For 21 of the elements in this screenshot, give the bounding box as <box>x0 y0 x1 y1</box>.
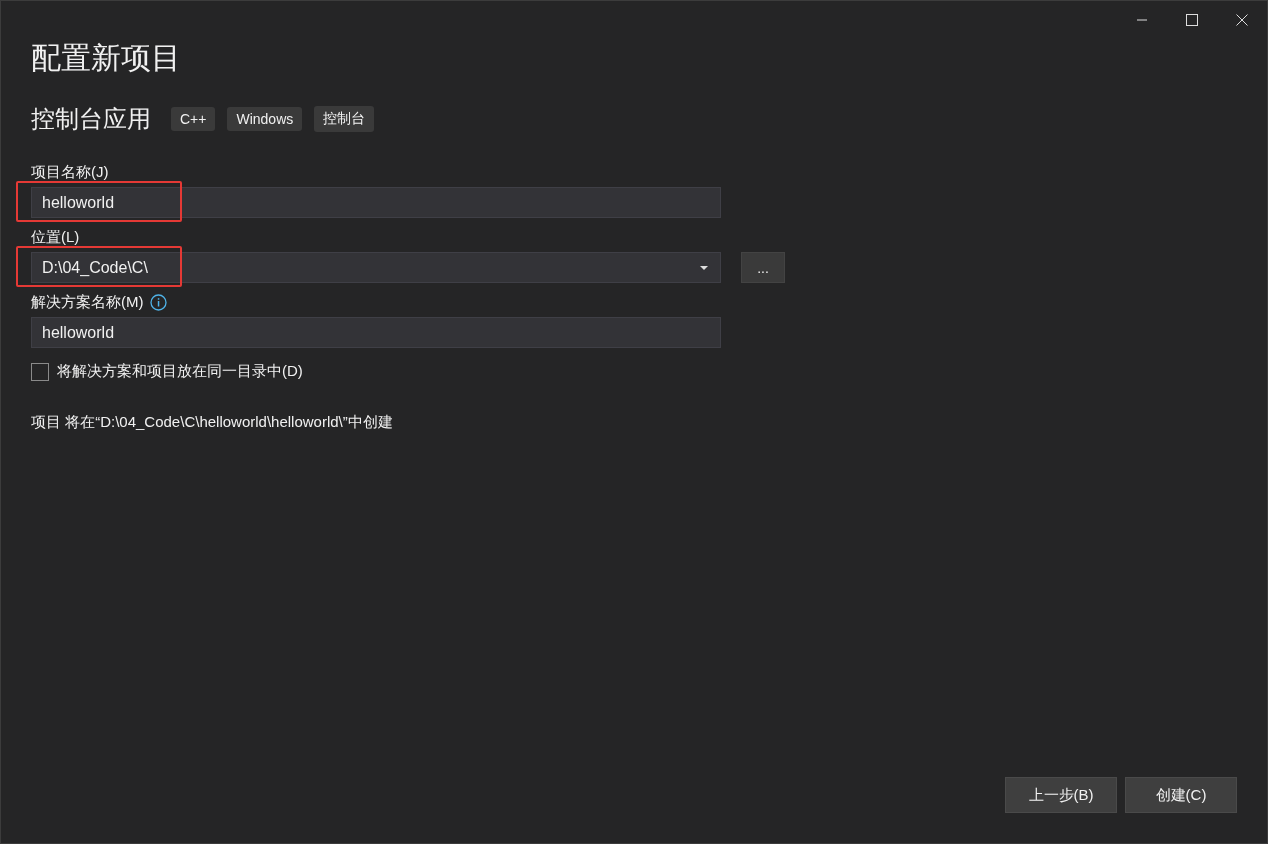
field-label: 解决方案名称(M) <box>31 292 144 312</box>
checkbox-label: 将解决方案和项目放在同一目录中(D) <box>57 362 303 381</box>
create-button[interactable]: 创建(C) <box>1125 777 1237 813</box>
back-button[interactable]: 上一步(B) <box>1005 777 1117 813</box>
caret-icon <box>700 265 708 270</box>
tag: 控制台 <box>314 106 375 132</box>
tag: C++ <box>171 107 216 131</box>
summary-text: 项目 将在“D:\04_Code\C\helloworld\helloworld\”中创建 <box>31 413 394 432</box>
checkbox[interactable] <box>31 362 49 381</box>
field-label: 位置(L) <box>31 227 80 247</box>
location-dropdown[interactable]: D:\04_Code\C\ <box>31 252 721 283</box>
close-icon <box>1236 14 1248 26</box>
browse-button[interactable]: ... <box>741 252 785 283</box>
maximize-icon <box>1186 14 1198 26</box>
field-label: 项目名称(J) <box>31 162 109 182</box>
input-field[interactable]: helloworld <box>31 317 721 348</box>
info-icon[interactable] <box>149 293 167 311</box>
input-field[interactable]: helloworld <box>31 187 721 218</box>
tag: Windows <box>227 107 303 131</box>
template-name: 控制台应用 <box>31 104 151 134</box>
window-title: 配置新项目 <box>31 40 182 76</box>
